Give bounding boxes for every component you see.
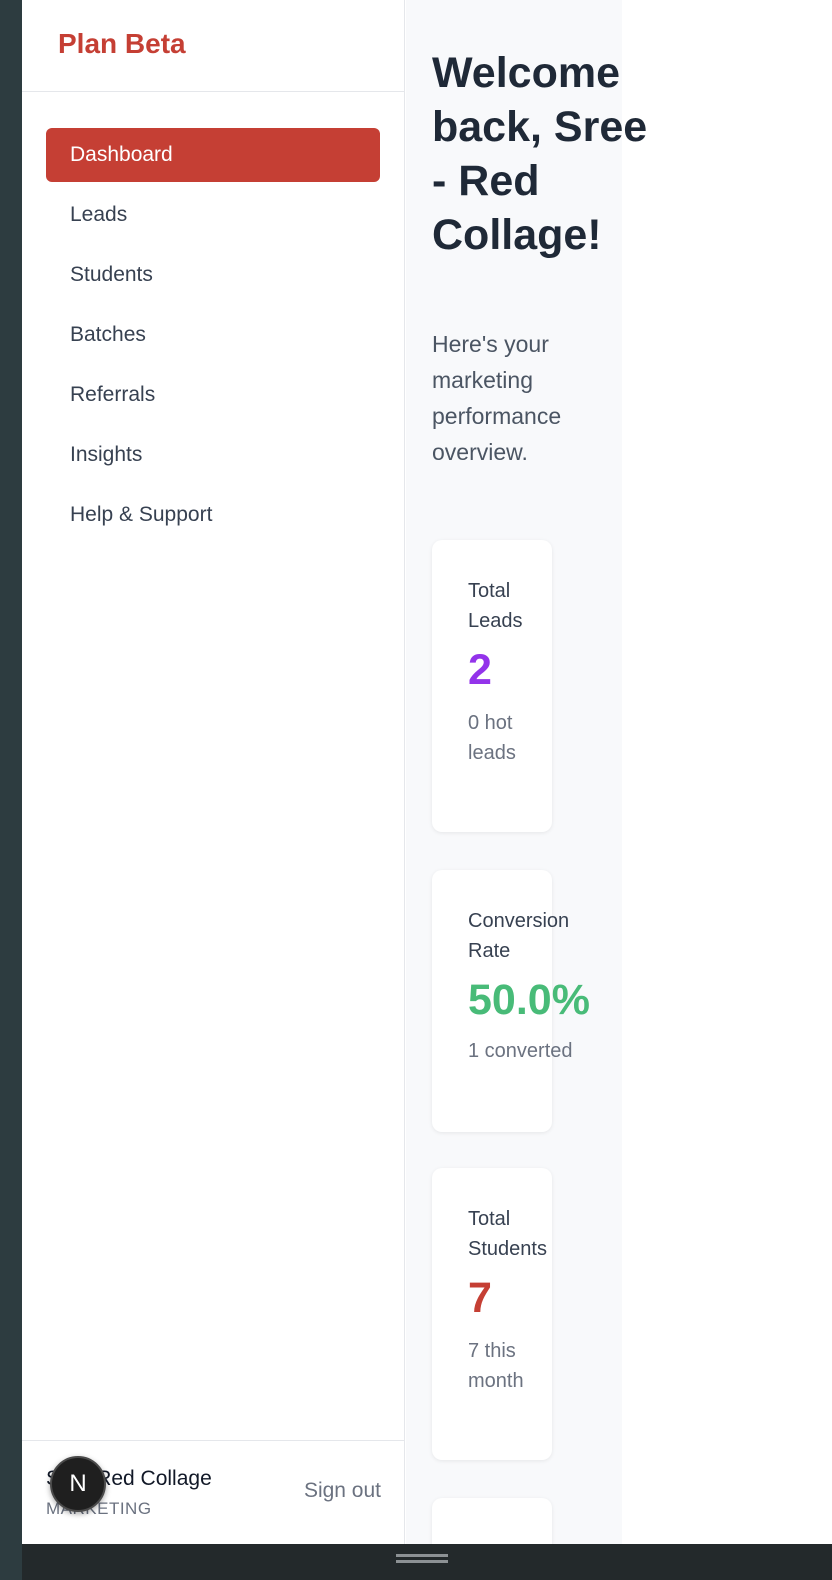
app-frame: Plan Beta Dashboard Leads Students Batch… xyxy=(22,0,832,1544)
nav-item-dashboard[interactable]: Dashboard xyxy=(46,128,380,182)
brand-logo-text[interactable]: Plan Beta xyxy=(58,28,186,59)
nav-item-help-support[interactable]: Help & Support xyxy=(46,488,380,542)
sidebar-nav: Dashboard Leads Students Batches Referra… xyxy=(22,92,404,542)
stat-card-label: Total Leads xyxy=(468,580,523,632)
stat-card-note: 0 hot leads xyxy=(468,712,516,764)
sign-out-button[interactable]: Sign out xyxy=(304,1479,381,1503)
stat-card-note: 1 converted xyxy=(468,1040,573,1062)
stat-card-conversion-rate: Conversion Rate 50.0% 1 converted xyxy=(432,870,590,1132)
bottom-handle-bar xyxy=(22,1544,832,1580)
page-title: Welcome back, Sree - Red Collage! xyxy=(432,49,648,259)
stat-card-value: 7 xyxy=(468,1274,492,1322)
drag-handle-icon[interactable] xyxy=(396,1554,448,1563)
dev-tools-n-icon[interactable]: N xyxy=(50,1456,106,1512)
nav-item-students[interactable]: Students xyxy=(46,248,380,302)
brand-header: Plan Beta xyxy=(22,0,404,92)
sidebar: Plan Beta Dashboard Leads Students Batch… xyxy=(22,0,405,1544)
nav-item-batches[interactable]: Batches xyxy=(46,308,380,362)
stat-card-value: 50.0% xyxy=(468,976,590,1024)
stat-card-label: Conversion Rate xyxy=(468,910,570,962)
stat-card-value: 2 xyxy=(468,646,492,694)
stat-card-total-students: Total Students 7 7 this month xyxy=(432,1168,552,1460)
nav-item-insights[interactable]: Insights xyxy=(46,428,380,482)
stat-card-label: Total Students xyxy=(468,1208,547,1260)
page-subtitle: Here's your marketing performance overvi… xyxy=(432,331,562,465)
stat-card-note: 7 this month xyxy=(468,1340,524,1392)
stat-card-total-leads: Total Leads 2 0 hot leads xyxy=(432,540,552,832)
nav-item-referrals[interactable]: Referrals xyxy=(46,368,380,422)
nav-item-leads[interactable]: Leads xyxy=(46,188,380,242)
